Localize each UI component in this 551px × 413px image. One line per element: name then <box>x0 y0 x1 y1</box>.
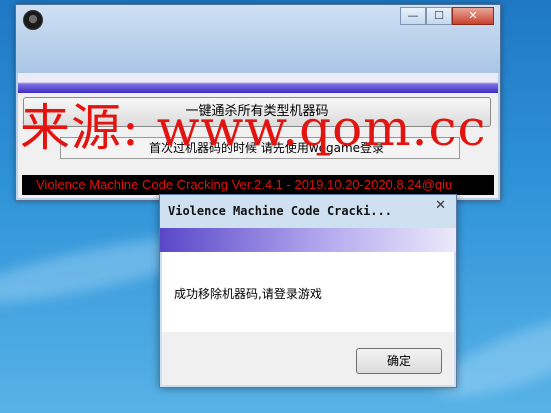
message-dialog: Violence Machine Code Cracki... ✕ 成功移除机器… <box>159 194 457 388</box>
close-button[interactable]: ✕ <box>452 7 494 25</box>
main-titlebar: — ☐ ✕ <box>16 5 500 73</box>
minimize-button[interactable]: — <box>400 7 426 25</box>
app-logo-icon <box>23 10 43 30</box>
dialog-banner <box>160 228 456 252</box>
maximize-button[interactable]: ☐ <box>426 7 452 25</box>
dialog-message: 成功移除机器码,请登录游戏 <box>174 287 322 301</box>
dialog-body: 成功移除机器码,请登录游戏 <box>162 252 454 332</box>
version-banner: Violence Machine Code Cracking Ver.2.4.1… <box>22 175 494 195</box>
dialog-title: Violence Machine Code Cracki... <box>168 204 392 218</box>
dialog-footer: 确定 <box>162 332 454 385</box>
main-window: — ☐ ✕ 一键通杀所有类型机器码 首次过机器码的时候 请先使用wegame登录… <box>15 4 501 201</box>
close-icon[interactable]: ✕ <box>435 198 446 213</box>
wegame-hint-text: 首次过机器码的时候 请先使用wegame登录 <box>60 137 460 159</box>
window-controls: — ☐ ✕ <box>400 7 494 25</box>
header-banner <box>18 73 498 93</box>
main-client-area: 一键通杀所有类型机器码 首次过机器码的时候 请先使用wegame登录 Viole… <box>18 93 498 198</box>
crack-all-button[interactable]: 一键通杀所有类型机器码 <box>23 97 491 127</box>
ok-button[interactable]: 确定 <box>356 348 442 374</box>
